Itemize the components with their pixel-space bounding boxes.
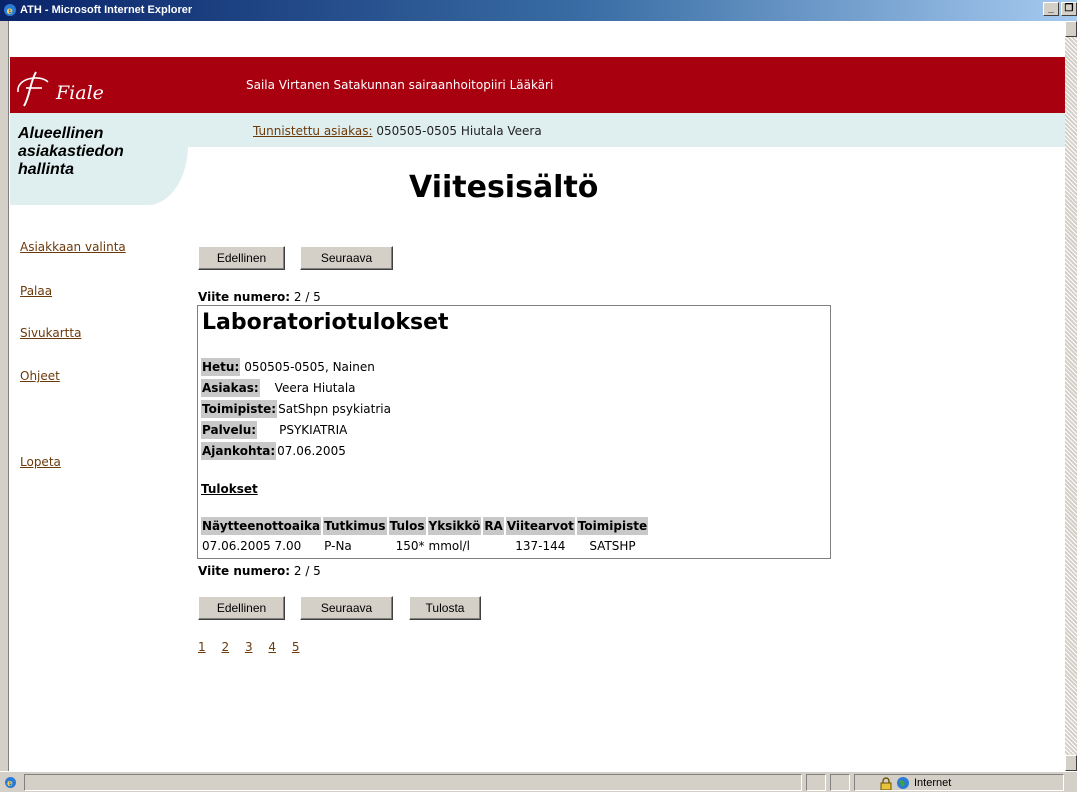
card-title: Laboratoriotulokset: [202, 310, 449, 335]
page-title: Viitesisältö: [409, 170, 599, 205]
viite-number-bottom: Viite numero: 2 / 5: [198, 564, 321, 578]
fiale-swoosh-icon: [17, 71, 49, 107]
status-cell: [830, 774, 850, 791]
client-info: Hetu: 050505-0505, Nainen Asiakas: Veera…: [201, 356, 391, 461]
logo-text: Fiale: [56, 82, 104, 104]
page-link-2[interactable]: 2: [221, 640, 229, 654]
lock-icon: [880, 776, 892, 790]
table-cell: [483, 537, 504, 555]
status-bar: e Internet: [0, 771, 1077, 792]
brand-line: hallinta: [18, 161, 75, 178]
results-table: Näytteenottoaika Tutkimus Tulos Yksikkö …: [199, 515, 650, 557]
info-value: 07.06.2005: [277, 443, 346, 458]
window-left-frame: [0, 21, 9, 771]
identified-client: Tunnistettu asiakas: 050505-0505 Hiutala…: [253, 124, 542, 138]
page-link-5[interactable]: 5: [292, 640, 300, 654]
vertical-scrollbar[interactable]: [1065, 21, 1077, 771]
window-title: ATH - Microsoft Internet Explorer: [20, 4, 193, 16]
info-row: Ajankohta: 07.06.2005: [201, 440, 391, 461]
table-row: 07.06.2005 7.00 P-Na 150* mmol/l 137-144…: [201, 537, 648, 555]
status-cell: [806, 774, 826, 791]
table-header-row: Näytteenottoaika Tutkimus Tulos Yksikkö …: [201, 517, 649, 535]
viite-number: Viite numero: 2 / 5: [198, 290, 321, 304]
info-key: Asiakas:: [201, 378, 260, 397]
zone-label: Internet: [914, 777, 952, 789]
info-key: Toimipiste:: [201, 399, 278, 418]
info-value: SatShpn psykiatria: [278, 401, 391, 416]
svg-text:e: e: [7, 6, 13, 17]
column-header: Tulos: [388, 517, 426, 535]
nav-lopeta[interactable]: Lopeta: [20, 455, 61, 469]
table-cell: mmol/l: [428, 539, 470, 553]
internet-explorer-icon: e: [4, 4, 16, 17]
logged-in-user: Saila Virtanen Satakunnan sairaanhoitopi…: [246, 78, 554, 92]
table-cell: P-Na: [324, 539, 352, 553]
column-header: RA: [483, 517, 504, 535]
info-value: PSYKIATRIA: [279, 422, 348, 437]
minimize-button[interactable]: _: [1043, 2, 1059, 16]
identified-client-link[interactable]: Tunnistettu asiakas:: [253, 124, 373, 138]
next-button[interactable]: Seuraava: [300, 246, 393, 270]
brand-line: asiakastiedon: [18, 143, 124, 160]
info-key: Hetu:: [201, 357, 241, 376]
scroll-up-arrow[interactable]: [1065, 21, 1077, 37]
column-header: Toimipiste: [576, 517, 649, 535]
info-value: 050505-0505, Nainen: [244, 359, 375, 374]
globe-icon: [897, 777, 909, 789]
svg-text:e: e: [7, 779, 13, 789]
table-cell: 07.06.2005 7.00: [202, 539, 302, 553]
viite-value: 2 / 5: [293, 290, 321, 304]
previous-button[interactable]: Edellinen: [198, 246, 285, 270]
table-cell: 150*: [395, 539, 425, 553]
brand-text: Alueellinen asiakastiedon hallinta: [18, 125, 124, 179]
column-header: Viitearvot: [505, 517, 575, 535]
page-icon: e: [5, 777, 16, 789]
page-link-3[interactable]: 3: [245, 640, 253, 654]
column-header: Yksikkö: [427, 517, 482, 535]
security-zone: Internet: [880, 776, 951, 790]
info-row: Toimipiste: SatShpn psykiatria: [201, 398, 391, 419]
info-value: Veera Hiutala: [274, 380, 356, 395]
table-cell: 137-144: [515, 539, 566, 553]
page-link-1[interactable]: 1: [198, 640, 206, 654]
brand-line: Alueellinen: [18, 125, 104, 142]
print-button[interactable]: Tulosta: [409, 596, 481, 620]
info-row: Palvelu: PSYKIATRIA: [201, 419, 391, 440]
table-cell: SATSHP: [589, 539, 636, 553]
page-link-4[interactable]: 4: [268, 640, 276, 654]
info-row: Asiakas: Veera Hiutala: [201, 377, 391, 398]
nav-palaa[interactable]: Palaa: [20, 284, 52, 298]
scroll-down-arrow[interactable]: [1065, 755, 1077, 771]
info-key: Palvelu:: [201, 420, 258, 439]
viite-value: 2 / 5: [293, 564, 321, 578]
info-key: Ajankohta:: [201, 441, 277, 460]
column-header: Näytteenottoaika: [201, 517, 322, 535]
nav-sivukartta[interactable]: Sivukartta: [20, 326, 81, 340]
lab-results-card: Laboratoriotulokset Hetu: 050505-0505, N…: [197, 305, 831, 559]
nav-ohjeet[interactable]: Ohjeet: [20, 369, 60, 383]
identified-client-value: 050505-0505 Hiutala Veera: [376, 124, 542, 138]
next-button-bottom[interactable]: Seuraava: [300, 596, 393, 620]
viite-label: Viite numero:: [198, 564, 291, 578]
info-row: Hetu: 050505-0505, Nainen: [201, 356, 391, 377]
column-header: Tutkimus: [323, 517, 387, 535]
nav-asiakkaan-valinta[interactable]: Asiakkaan valinta: [20, 240, 126, 254]
viite-label: Viite numero:: [198, 290, 291, 304]
previous-button-bottom[interactable]: Edellinen: [198, 596, 285, 620]
restore-button[interactable]: ❐: [1061, 2, 1077, 16]
status-text-cell: [24, 774, 802, 791]
results-heading: Tulokset: [201, 482, 258, 496]
pagination: 1 2 3 4 5: [198, 640, 312, 654]
window-title-bar[interactable]: e ATH - Microsoft Internet Explorer _ ❐: [0, 0, 1077, 21]
